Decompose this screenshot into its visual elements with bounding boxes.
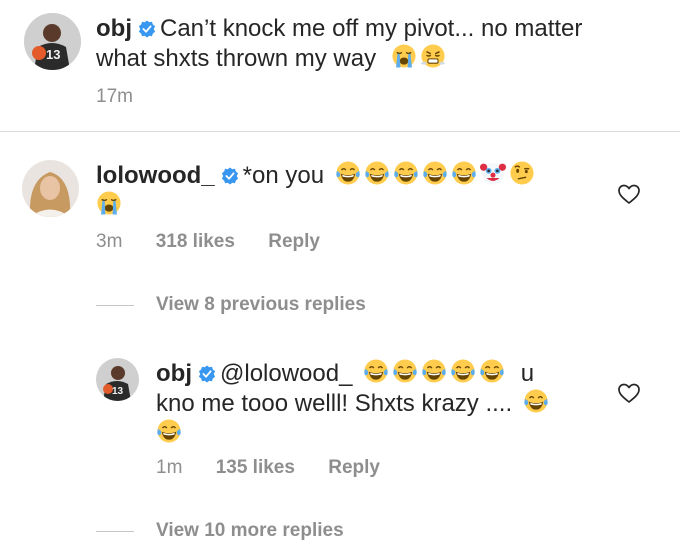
reply-like-heart-icon[interactable] xyxy=(617,381,641,405)
comment-like-heart-icon[interactable] xyxy=(617,182,641,206)
comment-body: lolowood_ *on you xyxy=(96,160,606,220)
reply-author-avatar[interactable]: 13 xyxy=(96,358,139,401)
face-with-tears-of-joy-icon xyxy=(156,418,182,444)
comment-author-username[interactable]: lolowood_ xyxy=(96,162,215,189)
face-with-tears-of-joy-icon xyxy=(450,358,476,384)
svg-text:13: 13 xyxy=(112,386,124,397)
face-with-tears-of-joy-icon xyxy=(364,160,390,186)
reply-body: obj @lolowood_ u kno me tooo welll! Shxts… xyxy=(156,358,596,448)
post-author-username[interactable]: obj xyxy=(96,15,132,42)
verified-badge-icon xyxy=(138,20,156,38)
face-with-tears-of-joy-icon xyxy=(422,160,448,186)
face-with-raised-eyebrow-icon xyxy=(509,160,535,186)
face-with-tears-of-joy-icon xyxy=(421,358,447,384)
comment-reply-button[interactable]: Reply xyxy=(268,231,320,252)
face-with-tears-of-joy-icon xyxy=(479,358,505,384)
post-caption: obj Can’t knock me off my pivot... no mat… xyxy=(96,14,656,73)
svg-text:13: 13 xyxy=(46,47,60,62)
reply-mention[interactable]: @lolowood_ xyxy=(220,360,352,387)
face-with-tears-of-joy-icon xyxy=(451,160,477,186)
comment-text: *on you xyxy=(242,162,325,189)
post-timestamp: 17m xyxy=(96,86,133,107)
comment-author-avatar[interactable] xyxy=(22,160,79,217)
view-replies-line xyxy=(96,305,134,306)
view-previous-replies-link[interactable]: View 8 previous replies xyxy=(156,294,366,316)
post-caption-line1: Can’t knock me off my pivot... no matter xyxy=(160,15,583,42)
view-replies-line xyxy=(96,531,134,532)
face-with-steam-from-nose-icon xyxy=(420,43,446,69)
comment-meta: 3m 318 likes Reply xyxy=(96,231,320,253)
reply-text-tail: u xyxy=(520,360,535,387)
face-with-tears-of-joy-icon xyxy=(393,160,419,186)
view-more-replies-link[interactable]: View 10 more replies xyxy=(156,520,344,542)
loudly-crying-face-icon xyxy=(391,43,417,69)
reply-likes[interactable]: 135 likes xyxy=(216,457,295,478)
loudly-crying-face-icon xyxy=(96,190,122,216)
post-author-avatar[interactable]: 13 xyxy=(24,13,81,70)
verified-badge-icon xyxy=(221,167,239,185)
reply-reply-button[interactable]: Reply xyxy=(328,457,380,478)
clown-face-icon xyxy=(480,160,506,186)
comment-timestamp: 3m xyxy=(96,231,123,252)
reply-timestamp: 1m xyxy=(156,457,183,478)
reply-author-username[interactable]: obj xyxy=(156,360,192,387)
divider xyxy=(0,131,680,132)
comment-likes[interactable]: 318 likes xyxy=(156,231,235,252)
verified-badge-icon xyxy=(198,365,216,383)
reply-text-line2: kno me tooo welll! Shxts krazy .... xyxy=(156,390,513,417)
post-caption-line2: what shxts thrown my way xyxy=(96,45,377,72)
face-with-tears-of-joy-icon xyxy=(335,160,361,186)
reply-meta: 1m 135 likes Reply xyxy=(156,457,380,479)
face-with-tears-of-joy-icon xyxy=(523,388,549,414)
face-with-tears-of-joy-icon xyxy=(392,358,418,384)
face-with-tears-of-joy-icon xyxy=(363,358,389,384)
